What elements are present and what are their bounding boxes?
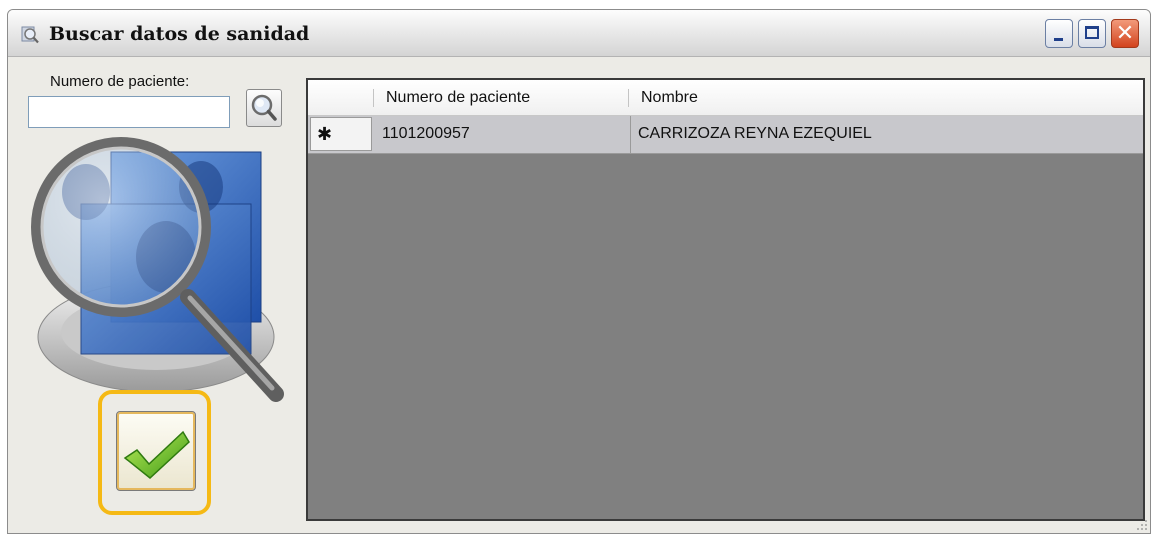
search-button[interactable] bbox=[246, 89, 282, 127]
column-separator bbox=[373, 89, 374, 107]
close-icon: ✕ bbox=[1115, 21, 1135, 46]
maximize-icon bbox=[1085, 26, 1099, 39]
cell-numero-paciente[interactable]: 1101200957 bbox=[382, 116, 470, 152]
magnifier-icon bbox=[21, 26, 39, 44]
column-header-nombre[interactable]: Nombre bbox=[641, 80, 698, 115]
dialog-window: Buscar datos de sanidad ✕ Numero de paci… bbox=[7, 9, 1151, 534]
maximize-button[interactable] bbox=[1078, 19, 1106, 48]
ok-button[interactable] bbox=[116, 411, 196, 491]
minimize-button[interactable] bbox=[1045, 19, 1073, 48]
column-separator bbox=[628, 89, 629, 107]
minimize-icon bbox=[1054, 38, 1063, 41]
new-row-indicator[interactable]: ✱ bbox=[310, 117, 372, 151]
window-title: Buscar datos de sanidad bbox=[49, 23, 310, 45]
title-bar[interactable]: Buscar datos de sanidad ✕ bbox=[8, 10, 1150, 57]
grid-header: Numero de paciente Nombre bbox=[308, 80, 1143, 116]
table-row[interactable]: ✱ 1101200957 CARRIZOZA REYNA EZEQUIEL bbox=[308, 116, 1143, 154]
checkmark-icon bbox=[123, 430, 190, 479]
results-grid[interactable]: Numero de paciente Nombre ✱ 1101200957 C… bbox=[306, 78, 1145, 521]
close-button[interactable]: ✕ bbox=[1111, 19, 1139, 48]
search-patient-records-icon bbox=[31, 137, 284, 402]
cell-nombre[interactable]: CARRIZOZA REYNA EZEQUIEL bbox=[638, 116, 872, 152]
column-header-numero[interactable]: Numero de paciente bbox=[386, 80, 530, 115]
patient-number-input[interactable] bbox=[28, 96, 230, 128]
resize-grip-icon[interactable] bbox=[1136, 519, 1148, 531]
cell-separator bbox=[630, 116, 631, 153]
patient-number-label: Numero de paciente: bbox=[50, 73, 190, 90]
magnifier-icon bbox=[251, 94, 277, 121]
